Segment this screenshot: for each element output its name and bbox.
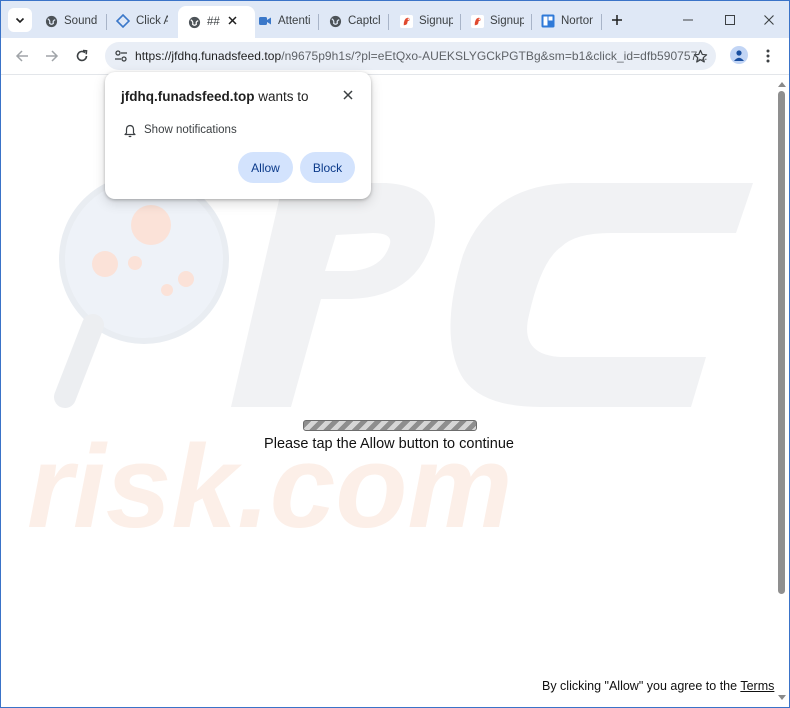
vertical-scrollbar[interactable] <box>777 77 787 705</box>
tab-label: Captch <box>348 15 380 27</box>
profile-avatar-button[interactable] <box>730 46 748 64</box>
globe-icon <box>187 15 201 29</box>
tab-attention[interactable]: Attenti <box>258 6 310 36</box>
minimize-button[interactable] <box>678 11 698 29</box>
browser-window: Sound Click A ## Attenti Captc Signup Si… <box>0 0 790 708</box>
tab-norton[interactable]: Norton <box>541 6 593 36</box>
arrow-left-icon <box>15 50 28 62</box>
notification-permission-popup: jfdhq.funadsfeed.top wants to Show notif… <box>105 72 371 199</box>
address-bar[interactable]: https://jfdhq.funadsfeed.top/n9675p9h1s/… <box>105 42 716 70</box>
forward-button[interactable] <box>42 46 62 66</box>
video-icon <box>258 14 272 28</box>
new-tab-button[interactable] <box>608 11 626 29</box>
scroll-down-arrow-icon[interactable] <box>778 695 786 700</box>
site-info-icon[interactable] <box>113 48 129 64</box>
reload-icon <box>76 49 88 62</box>
norton-icon <box>541 14 555 28</box>
tab-label: Signup <box>490 15 524 27</box>
close-icon <box>343 90 353 100</box>
maximize-icon <box>725 15 735 25</box>
tab-sound[interactable]: Sound <box>44 6 98 36</box>
browser-menu-button[interactable] <box>762 46 774 66</box>
tab-divider <box>531 14 532 30</box>
bird-icon <box>399 14 413 28</box>
tab-divider <box>388 14 389 30</box>
popup-wants-to: wants to <box>258 89 309 104</box>
close-window-button[interactable] <box>759 11 779 29</box>
close-icon <box>227 15 237 25</box>
tab-divider <box>601 14 602 30</box>
tab-label: Click A <box>136 15 168 27</box>
tab-divider <box>106 14 107 30</box>
kebab-menu-icon <box>766 49 770 63</box>
scrollbar-thumb[interactable] <box>778 91 785 594</box>
tab-captcha[interactable]: Captch <box>328 6 380 36</box>
tab-label: Norton <box>561 15 593 27</box>
chevron-down-icon <box>15 17 25 24</box>
tab-label: Attenti <box>278 15 310 27</box>
person-icon <box>734 50 744 61</box>
tab-divider <box>318 14 319 30</box>
bird-icon <box>470 14 484 28</box>
bell-icon <box>123 123 137 139</box>
minimize-icon <box>683 19 693 21</box>
reload-button[interactable] <box>72 46 92 66</box>
loading-progress-bar <box>303 420 477 431</box>
permission-label: Show notifications <box>144 124 237 136</box>
popup-title: jfdhq.funadsfeed.top wants to <box>121 89 309 104</box>
globe-icon <box>44 14 58 28</box>
allow-instruction-message: Please tap the Allow button to continue <box>264 436 514 452</box>
allow-button[interactable]: Allow <box>238 152 293 183</box>
back-button[interactable] <box>12 46 32 66</box>
tab-divider <box>460 14 461 30</box>
popup-close-button[interactable] <box>341 88 355 102</box>
terms-agreement-text: By clicking "Allow" you agree to the Ter… <box>542 679 774 693</box>
popup-site: jfdhq.funadsfeed.top <box>121 89 255 104</box>
block-button[interactable]: Block <box>300 152 355 183</box>
tab-search-button[interactable] <box>8 8 32 32</box>
scroll-up-arrow-icon[interactable] <box>778 82 786 87</box>
globe-icon <box>328 14 342 28</box>
url-text: https://jfdhq.funadsfeed.top/n9675p9h1s/… <box>135 49 708 63</box>
tab-close-button[interactable] <box>224 12 240 28</box>
tab-label: ## <box>207 16 220 28</box>
terms-link[interactable]: Terms <box>740 679 774 693</box>
plus-icon <box>612 15 622 25</box>
tab-label: Sound <box>64 15 98 27</box>
tab-signup-2[interactable]: Signup <box>470 6 524 36</box>
url-path: /n9675p9h1s/?pl=eEtQxo-AUEKSLYGCkPGTBg&s… <box>281 49 708 63</box>
tab-label: Signup <box>419 15 453 27</box>
bookmark-star-icon[interactable] <box>691 47 709 65</box>
tab-click-allow[interactable]: Click A <box>116 6 168 36</box>
agree-text: By clicking "Allow" you agree to the <box>542 679 738 693</box>
close-icon <box>764 15 774 25</box>
puzzle-icon <box>116 14 130 28</box>
tab-strip: Sound Click A ## Attenti Captc Signup Si… <box>1 1 789 38</box>
browser-toolbar: https://jfdhq.funadsfeed.top/n9675p9h1s/… <box>1 38 789 75</box>
tab-active[interactable]: ## <box>178 6 255 38</box>
tab-signup-1[interactable]: Signup <box>399 6 453 36</box>
url-host: https://jfdhq.funadsfeed.top <box>135 49 282 63</box>
maximize-button[interactable] <box>720 11 740 29</box>
arrow-right-icon <box>46 50 59 62</box>
